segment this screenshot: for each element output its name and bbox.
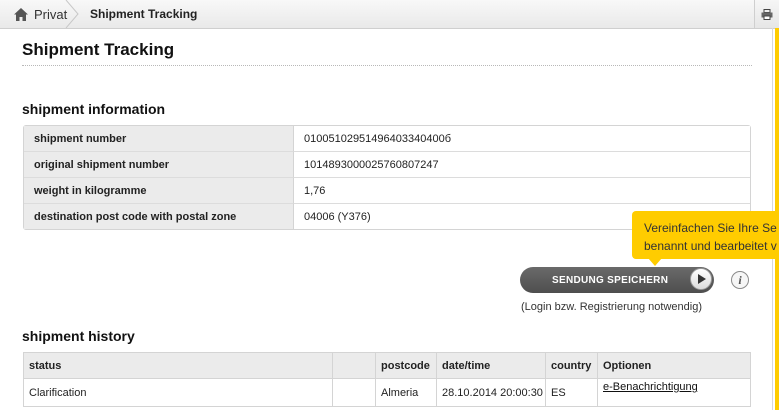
- info-icon[interactable]: i: [731, 271, 749, 289]
- breadcrumb-home-link[interactable]: Privat: [14, 6, 67, 22]
- title-divider: [22, 65, 752, 66]
- history-datetime: 28.10.2014 20:00:30: [436, 378, 546, 407]
- history-status: Clarification: [23, 378, 333, 407]
- history-options: e-Benachrichtigung: [598, 379, 751, 407]
- shipment-history-table: status postcode date/time country Option…: [23, 352, 751, 407]
- page-title: Shipment Tracking: [22, 40, 175, 59]
- info-label: weight in kilogramme: [24, 178, 294, 204]
- history-country: ES: [545, 378, 598, 407]
- table-row: Clarification Almeria 28.10.2014 20:00:3…: [23, 378, 751, 407]
- info-row: shipment number 01005102951496403340400б: [24, 126, 750, 152]
- tooltip-line: Vereinfachen Sie Ihre Se: [644, 221, 777, 235]
- save-shipment-button[interactable]: SENDUNG SPEICHERN: [520, 267, 714, 293]
- tooltip-arrow: [648, 258, 662, 266]
- history-postcode: Almeria: [375, 378, 437, 407]
- info-label: original shipment number: [24, 152, 294, 178]
- breadcrumb: Privat Shipment Tracking: [0, 0, 779, 29]
- home-icon: [14, 7, 28, 21]
- print-icon: [761, 8, 773, 20]
- save-shipment-label: SENDUNG SPEICHERN: [552, 274, 669, 286]
- info-value: 1014893000025760807247: [294, 152, 750, 178]
- column-header-postcode: postcode: [375, 352, 437, 379]
- history-blank: [332, 378, 376, 407]
- breadcrumb-separator: [65, 0, 79, 28]
- breadcrumb-current: Shipment Tracking: [90, 7, 198, 21]
- e-notification-link[interactable]: e-Benachrichtigung: [603, 381, 698, 393]
- info-row: original shipment number 101489300002576…: [24, 152, 750, 178]
- table-header-row: status postcode date/time country Option…: [23, 352, 751, 379]
- column-header-blank: [332, 352, 376, 379]
- info-label: destination post code with postal zone: [24, 204, 294, 229]
- breadcrumb-home-label: Privat: [34, 6, 68, 22]
- column-header-country: country: [545, 352, 598, 379]
- info-row: weight in kilogramme 1,76: [24, 178, 750, 204]
- column-header-options: Optionen: [597, 352, 751, 379]
- shipment-history-heading: shipment history: [22, 328, 135, 344]
- login-required-note: (Login bzw. Registrierung notwendig): [521, 301, 702, 313]
- info-label: shipment number: [24, 126, 294, 152]
- save-shipment-tooltip: Vereinfachen Sie Ihre Se benannt und bea…: [632, 211, 779, 259]
- info-value: 1,76: [294, 178, 750, 204]
- column-header-datetime: date/time: [436, 352, 546, 379]
- info-value: 01005102951496403340400б: [294, 126, 750, 152]
- shipment-information-heading: shipment information: [22, 101, 166, 117]
- play-icon: [690, 268, 712, 290]
- print-button[interactable]: [754, 0, 779, 28]
- column-header-status: status: [23, 352, 333, 379]
- tooltip-line: benannt und bearbeitet v: [644, 239, 777, 253]
